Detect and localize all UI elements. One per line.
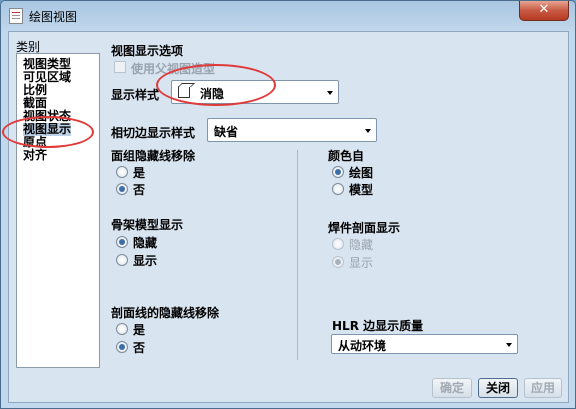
color-from-drawing-label: 绘图 xyxy=(349,166,374,180)
combined-hidden-no-label: 否 xyxy=(133,183,146,197)
color-from-model-radio[interactable] xyxy=(332,183,344,195)
chevron-down-icon xyxy=(327,91,333,95)
combined-hidden-yes-radio[interactable] xyxy=(116,166,128,178)
use-parent-style-checkbox[interactable] xyxy=(114,61,126,73)
view-display-options-title: 视图显示选项 xyxy=(111,44,184,58)
tangent-edge-label: 相切边显示样式 xyxy=(111,126,196,140)
category-alignment[interactable]: 对齐 xyxy=(23,149,47,162)
window-title: 绘图视图 xyxy=(29,10,78,24)
xsec-hidden-no-label: 否 xyxy=(133,341,146,355)
xsec-hidden-yes-radio[interactable] xyxy=(116,323,128,335)
skeleton-hide-radio[interactable] xyxy=(116,236,128,248)
xsec-hidden-no-radio[interactable] xyxy=(116,341,128,353)
drawing-view-dialog: 绘图视图 ✕ 类别 视图类型 可见区域 比例 截面 视图状态 视图显示 原点 对… xyxy=(0,0,576,409)
display-style-label: 显示样式 xyxy=(111,88,160,102)
chevron-down-icon xyxy=(506,343,512,347)
hlr-quality-value: 从动环境 xyxy=(338,339,387,353)
xsec-hidden-title: 剖面线的隐藏线移除 xyxy=(111,306,220,320)
tangent-edge-select[interactable]: 缺省 xyxy=(207,118,377,142)
weld-show-label: 显示 xyxy=(349,256,374,270)
skeleton-title: 骨架模型显示 xyxy=(111,218,184,232)
color-from-drawing-radio[interactable] xyxy=(332,166,344,178)
weld-hide-label: 隐藏 xyxy=(349,238,374,252)
skeleton-hide-label: 隐藏 xyxy=(133,236,158,250)
combined-hidden-no-radio[interactable] xyxy=(116,183,128,195)
close-button[interactable]: 关闭 xyxy=(478,378,518,398)
weld-hide-radio[interactable] xyxy=(332,238,344,250)
skeleton-show-radio[interactable] xyxy=(116,254,128,266)
title-bar: 绘图视图 ✕ xyxy=(1,1,575,31)
category-list[interactable]: 视图类型 可见区域 比例 截面 视图状态 视图显示 原点 对齐 xyxy=(16,53,100,368)
close-icon: ✕ xyxy=(538,2,550,17)
weld-title: 焊件剖面显示 xyxy=(328,221,401,235)
annotation-circle-display-style xyxy=(156,64,276,106)
column-divider xyxy=(297,150,298,360)
ok-button[interactable]: 确定 xyxy=(432,378,472,398)
dialog-body: 类别 视图类型 可见区域 比例 截面 视图状态 视图显示 原点 对齐 视图显示选… xyxy=(2,31,569,403)
skeleton-show-label: 显示 xyxy=(133,254,158,268)
hlr-quality-title: HLR 边显示质量 xyxy=(332,319,424,333)
hlr-quality-select[interactable]: 从动环境 xyxy=(331,334,518,354)
close-window-button[interactable]: ✕ xyxy=(519,1,569,21)
color-from-model-label: 模型 xyxy=(349,183,374,197)
annotation-circle-view-display xyxy=(2,116,94,148)
tangent-edge-value: 缺省 xyxy=(214,125,239,139)
combined-hidden-yes-label: 是 xyxy=(133,166,146,180)
drawing-view-icon xyxy=(9,8,23,24)
chevron-down-icon xyxy=(365,129,371,133)
combined-hidden-title: 面组隐藏线移除 xyxy=(111,149,196,163)
apply-button[interactable]: 应用 xyxy=(524,378,562,398)
xsec-hidden-yes-label: 是 xyxy=(133,323,146,337)
color-from-title: 颜色自 xyxy=(328,149,365,163)
weld-show-radio[interactable] xyxy=(332,256,344,268)
